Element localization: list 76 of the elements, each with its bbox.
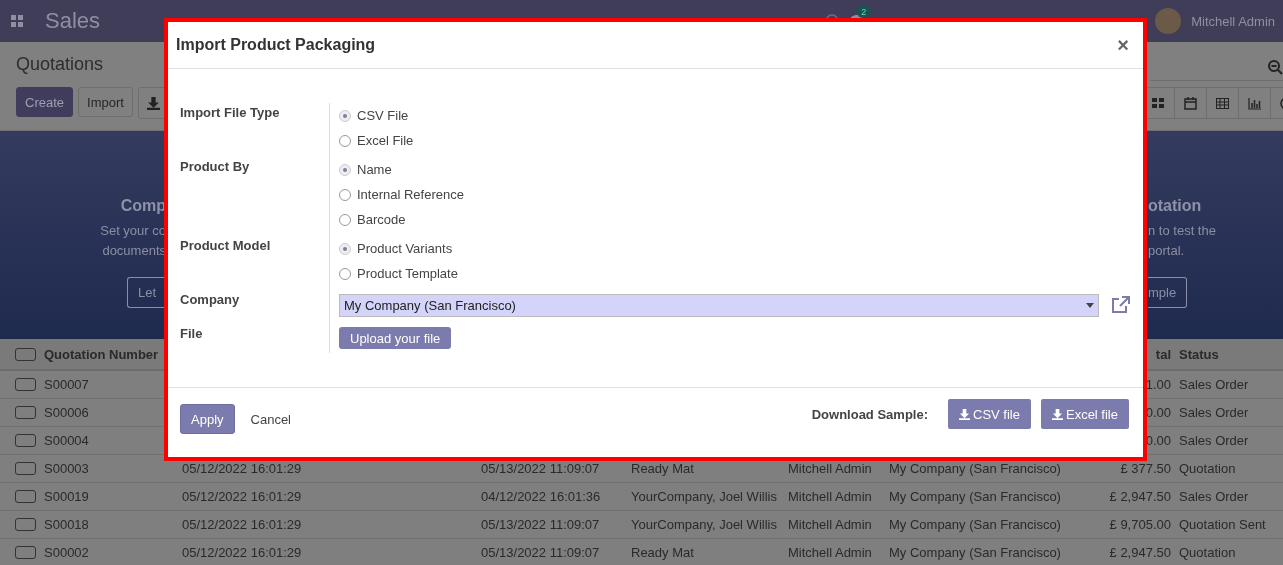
table-cell-text: 0.00 xyxy=(1145,405,1172,420)
table-cell-text: Sales Order xyxy=(1178,377,1250,392)
banner-title: Comp xyxy=(119,197,166,215)
table-cell-text: My Company (San Francisco) xyxy=(888,545,1062,560)
radio-label[interactable]: Excel File xyxy=(357,133,414,148)
table-cell-text: Mitchell Admin xyxy=(787,545,873,560)
field-label: Product Model xyxy=(180,238,272,254)
table-cell-text: S00006 xyxy=(43,405,90,420)
notification-badge: 2 xyxy=(857,6,871,18)
radio-label[interactable]: Name xyxy=(357,162,392,177)
table-cell-text: 1.00 xyxy=(1145,377,1172,392)
table-cell-text: 05/12/2022 16:01:29 xyxy=(181,461,303,476)
field-label: Company xyxy=(180,292,241,308)
banner-text: documents xyxy=(101,242,166,260)
table-cell-text: Quotation Sent xyxy=(1178,517,1267,532)
table-cell-text: YourCompany, Joel Willis xyxy=(630,517,778,532)
user-menu[interactable]: Mitchell Admin xyxy=(1191,13,1275,29)
table-cell-text: Quotation xyxy=(1178,545,1237,560)
column-header[interactable]: Status xyxy=(1175,346,1283,362)
table-cell-text: S00019 xyxy=(43,489,90,504)
column-header[interactable]: tal xyxy=(1155,346,1175,362)
table-cell-text: Ready Mat xyxy=(630,545,695,560)
table-cell-text: £ 377.50 xyxy=(1120,461,1172,476)
banner-button[interactable]: mple xyxy=(1148,277,1188,308)
download-button[interactable]: CSV file xyxy=(948,399,1031,429)
upload-button[interactable]: Upload your file xyxy=(339,327,452,349)
page-title: Quotations xyxy=(16,54,104,75)
banner-text: n to test the xyxy=(1148,222,1216,240)
banner-title: otation xyxy=(1148,197,1203,215)
table-cell-text: My Company (San Francisco) xyxy=(888,461,1062,476)
table-cell-text: My Company (San Francisco) xyxy=(888,489,1062,504)
table-cell-text: 05/13/2022 11:09:07 xyxy=(480,517,601,532)
table-cell-text: £ 2,947.50 xyxy=(1109,489,1172,504)
table-cell-text: 05/12/2022 16:01:29 xyxy=(181,489,303,504)
field-label: Product By xyxy=(180,159,251,175)
table-cell-text: £ 2,947.50 xyxy=(1109,545,1172,560)
table-cell-text: 05/13/2022 11:09:07 xyxy=(480,545,601,560)
table-cell-text: £ 9,705.00 xyxy=(1109,517,1172,532)
table-cell-text: Sales Order xyxy=(1178,405,1250,420)
field-label: File xyxy=(180,326,204,342)
table-cell-text: 05/13/2022 11:09:07 xyxy=(480,461,601,476)
radio-label[interactable]: Barcode xyxy=(357,212,406,227)
table-cell-text: S00002 xyxy=(43,545,90,560)
table-cell-text: My Company (San Francisco) xyxy=(888,517,1062,532)
table-cell-text: YourCompany, Joel Willis xyxy=(630,489,778,504)
table-cell-text: Ready Mat xyxy=(630,461,695,476)
radio-label[interactable]: CSV File xyxy=(357,108,409,123)
table-cell-text: S00007 xyxy=(43,377,90,392)
create-button[interactable]: Create xyxy=(16,87,74,117)
table-cell-text: S00018 xyxy=(43,517,90,532)
table-cell-text: 05/12/2022 16:01:29 xyxy=(181,545,303,560)
field-label: Import File Type xyxy=(180,105,281,121)
close-button[interactable]: × xyxy=(1117,33,1129,57)
table-cell-text: 05/12/2022 16:01:29 xyxy=(181,517,303,532)
table-cell-text: Sales Order xyxy=(1178,489,1250,504)
radio-label[interactable]: Product Variants xyxy=(357,241,453,256)
download-sample-label: Download Sample: xyxy=(811,406,928,422)
radio-label[interactable]: Internal Reference xyxy=(357,187,464,202)
app-title[interactable]: Sales xyxy=(45,8,101,34)
table-cell-text: Sales Order xyxy=(1178,433,1250,448)
table-cell-text: 04/12/2022 16:01:36 xyxy=(480,489,602,504)
table-cell-text: 0.00 xyxy=(1145,433,1172,448)
banner-text: portal. xyxy=(1148,242,1186,260)
table-cell-text: Mitchell Admin xyxy=(787,517,873,532)
dialog-title: Import Product Packaging xyxy=(176,36,376,54)
radio-label[interactable]: Product Template xyxy=(357,266,458,281)
apply-button[interactable]: Apply xyxy=(180,404,235,434)
table-cell-text: S00004 xyxy=(43,433,90,448)
cancel-button[interactable]: Cancel xyxy=(242,411,299,427)
table-cell-text: Mitchell Admin xyxy=(787,461,873,476)
company-select[interactable]: My Company (San Francisco) xyxy=(339,293,1099,317)
table-cell-text: S00003 xyxy=(43,461,90,476)
table-cell-text: Mitchell Admin xyxy=(787,489,873,504)
table-cell-text: Quotation xyxy=(1178,461,1237,476)
import-button[interactable]: Import xyxy=(78,87,133,117)
download-button[interactable]: Excel file xyxy=(1040,399,1129,429)
